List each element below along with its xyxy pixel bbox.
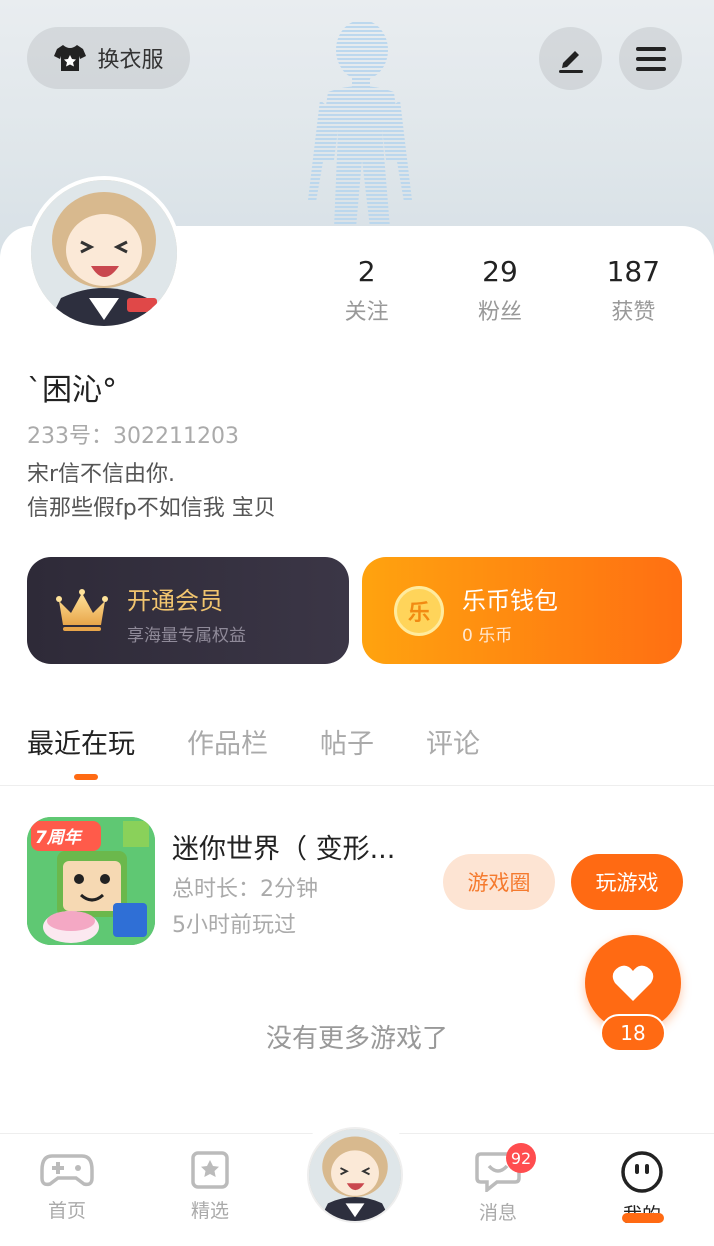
game-anniversary-badge: 7周年 (35, 828, 81, 848)
game-name[interactable]: 迷你世界（ 变形... (172, 827, 395, 866)
stat-following[interactable]: 2 关注 (300, 255, 433, 326)
menu-icon (635, 46, 666, 71)
change-outfit-label: 换衣服 (97, 48, 164, 73)
stat-value: 187 (606, 255, 661, 288)
game-circle-button[interactable]: 游戏圈 (443, 854, 555, 910)
divider (0, 785, 714, 786)
stat-label: 获赞 (611, 300, 656, 325)
stat-value: 2 (357, 255, 376, 288)
profile-avatar[interactable] (27, 176, 181, 330)
menu-button[interactable] (619, 27, 682, 90)
anime-avatar-image (309, 1129, 401, 1221)
avatar-3d-figure[interactable] (290, 10, 430, 240)
edit-profile-button[interactable] (539, 27, 602, 90)
stat-label: 粉丝 (477, 300, 522, 325)
game-play-duration: 总时长：2分钟 (172, 877, 318, 902)
game-icon[interactable]: 7周年 (27, 817, 155, 945)
bio: 宋r信不信由你. 信那些假fp不如信我 宝贝 (27, 458, 276, 526)
profile-stats: 2 关注 29 粉丝 187 获赞 (300, 255, 700, 326)
nav-label: 精选 (190, 1200, 229, 1222)
tab-posts[interactable]: 帖子 (320, 722, 374, 761)
nav-label: 首页 (47, 1200, 86, 1222)
stat-followers[interactable]: 29 粉丝 (433, 255, 566, 326)
vip-subtitle: 享海量专属权益 (127, 626, 246, 646)
tab-comments[interactable]: 评论 (426, 722, 480, 761)
smiley-face-icon (621, 1151, 663, 1193)
user-id[interactable]: 233号：302211203 (27, 418, 239, 450)
vip-title: 开通会员 (127, 587, 223, 615)
wallet-balance: 0 乐币 (462, 626, 513, 646)
crown-icon (56, 589, 108, 631)
stat-label: 关注 (344, 300, 389, 325)
wallet-card[interactable]: 乐 乐币钱包 0 乐币 (362, 557, 682, 664)
stat-value: 29 (482, 255, 518, 288)
stat-likes[interactable]: 187 获赞 (567, 255, 700, 326)
gamepad-icon (40, 1154, 94, 1187)
wallet-title: 乐币钱包 (462, 587, 558, 615)
nav-active-indicator (622, 1213, 664, 1223)
play-game-button[interactable]: 玩游戏 (571, 854, 683, 910)
heart-icon (612, 965, 654, 1001)
bio-line: 信那些假fp不如信我 宝贝 (27, 496, 276, 521)
game-last-played: 5小时前玩过 (172, 913, 296, 938)
tab-recently-played[interactable]: 最近在玩 (27, 722, 135, 780)
game-list-item[interactable]: 7周年 迷你世界（ 变形... 总时长：2分钟 5小时前玩过 游戏圈 玩游戏 (27, 817, 687, 947)
vip-membership-card[interactable]: 开通会员 享海量专属权益 (27, 557, 349, 664)
anime-avatar-image (31, 180, 177, 326)
nav-featured[interactable]: 精选 (160, 1150, 260, 1223)
tab-works[interactable]: 作品栏 (187, 722, 268, 761)
profile-tabs: 最近在玩 作品栏 帖子 评论 (27, 722, 480, 780)
coin-glyph: 乐 (407, 601, 430, 626)
like-count: 18 (600, 1014, 666, 1052)
nav-center-avatar[interactable] (307, 1127, 403, 1223)
star-bookmark-icon (191, 1151, 229, 1189)
nav-home[interactable]: 首页 (17, 1150, 117, 1223)
change-outfit-button[interactable]: 换衣服 (27, 27, 190, 89)
nav-label: 消息 (478, 1202, 517, 1224)
coin-icon: 乐 (394, 586, 444, 636)
nickname: `困沁° (27, 373, 117, 408)
tshirt-icon (54, 45, 87, 71)
bio-line: 宋r信不信由你. (27, 462, 176, 487)
message-count-badge: 92 (506, 1143, 536, 1173)
pen-icon (558, 50, 583, 73)
